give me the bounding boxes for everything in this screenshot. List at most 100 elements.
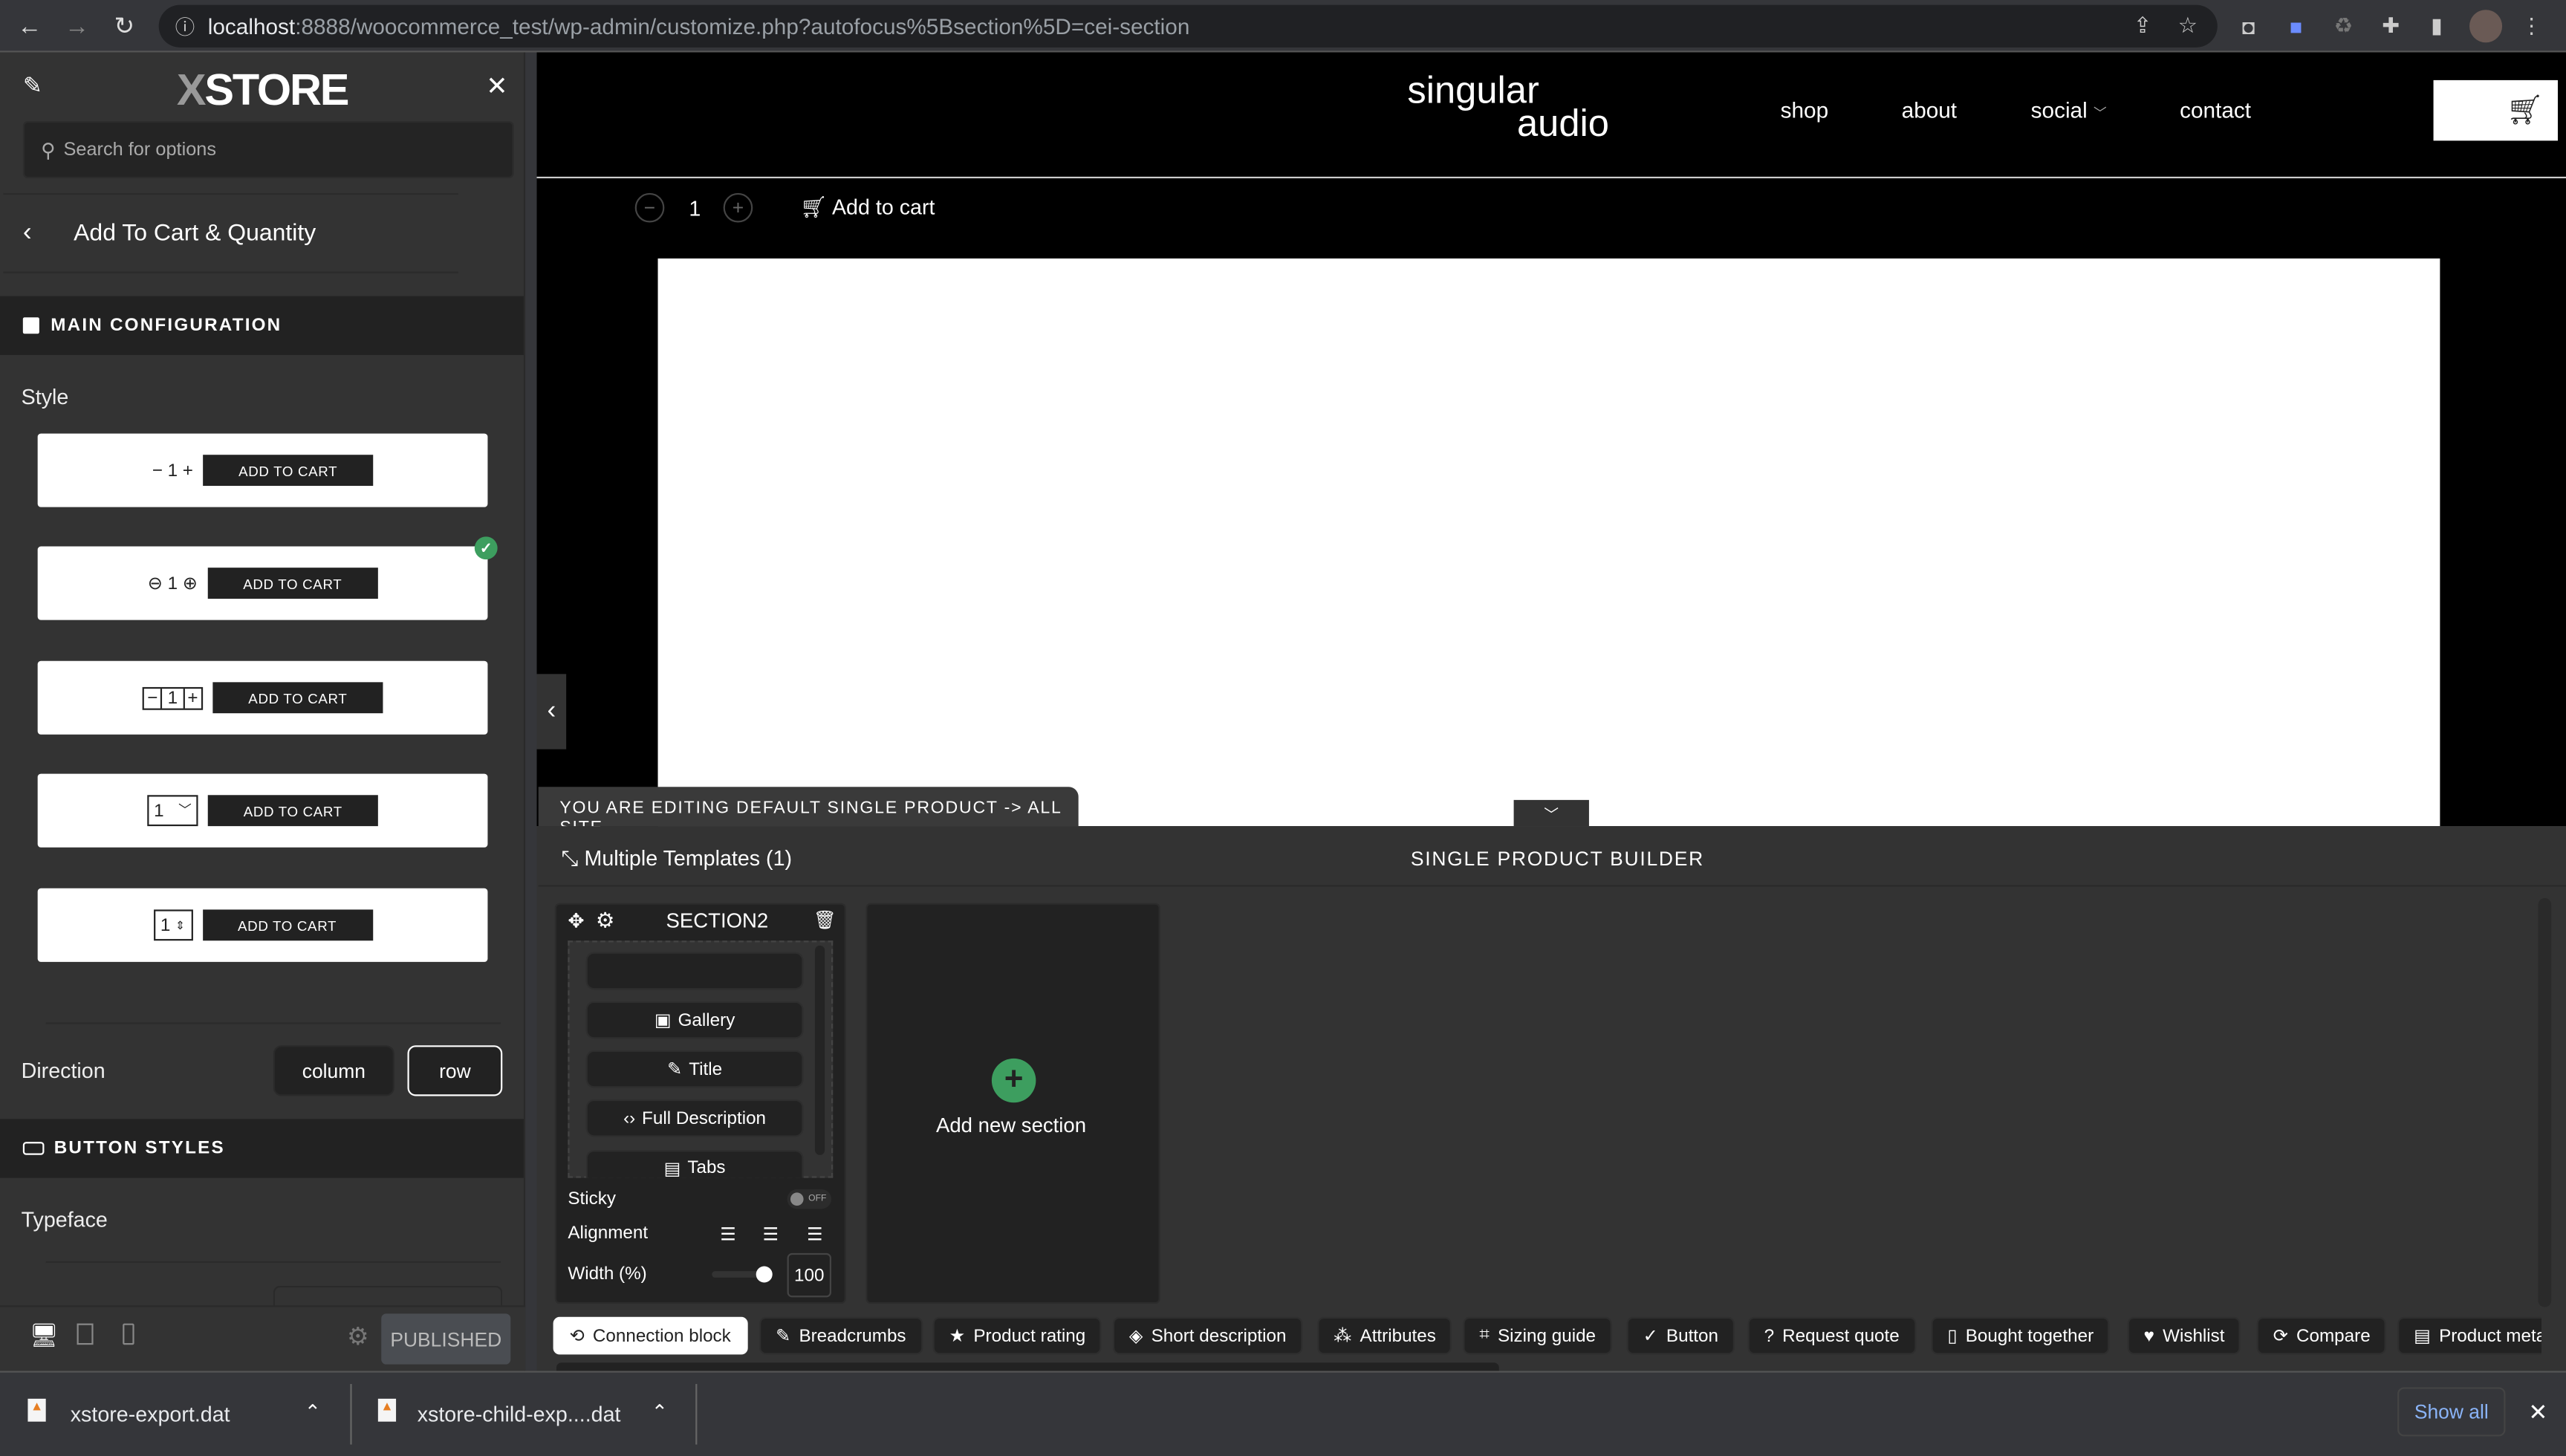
style-option-plain[interactable]: −1 + ADD TO CART [37, 433, 488, 507]
plus-icon[interactable]: + [991, 1058, 1036, 1103]
desktop-icon[interactable]: 🖥 [30, 1322, 59, 1349]
heart-icon: ♥ [2143, 1325, 2155, 1346]
address-bar[interactable]: ⓘ localhost:8888/woocommerce_test/wp-adm… [158, 4, 2218, 48]
site-logo[interactable]: singular audio [1407, 71, 1609, 142]
add-to-cart-sample: ADD TO CART [207, 795, 378, 827]
menu-about[interactable]: about [1902, 98, 1957, 123]
align-left-icon[interactable]: ☰ [720, 1223, 736, 1244]
menu-shop[interactable]: shop [1781, 98, 1829, 123]
qty-minus-button[interactable]: − [634, 192, 665, 223]
element-full-description[interactable]: ‹› Full Description [585, 1099, 804, 1137]
minus-icon: − [152, 460, 163, 481]
code-icon: ‹› [623, 1108, 636, 1128]
direction-row-button[interactable]: row [407, 1045, 503, 1096]
chip-product-meta[interactable]: ▤ Product meta [2397, 1316, 2541, 1355]
qty-plus-button[interactable]: + [723, 192, 753, 223]
button-styles-header[interactable]: BUTTON STYLES [0, 1119, 524, 1178]
sticky-toggle[interactable]: OFF [787, 1189, 832, 1209]
chip-button[interactable]: ✓ Button [1626, 1316, 1735, 1355]
trash-icon[interactable]: 🗑︎ [813, 909, 837, 931]
element-title[interactable]: ✎ Title [585, 1050, 804, 1088]
divider [538, 885, 2566, 887]
chip-breadcrumbs[interactable]: ✎ Breadcrumbs [759, 1316, 923, 1355]
multiple-templates-button[interactable]: ⤡ Multiple Templates (1) [562, 846, 792, 872]
back-chevron-icon[interactable]: ‹ [23, 219, 32, 249]
typeface-label: Typeface [21, 1207, 108, 1232]
chip-compare[interactable]: ⟳ Compare [2256, 1316, 2387, 1355]
show-all-button[interactable]: Show all [2397, 1387, 2506, 1437]
search-input[interactable]: ⚲ Search for options [22, 120, 514, 179]
toggle-knob [790, 1192, 804, 1206]
config-icon [22, 317, 39, 334]
move-icon[interactable]: ✥ [568, 909, 584, 932]
builder-scrollbar[interactable] [2538, 898, 2552, 1307]
info-icon[interactable]: ⓘ [175, 13, 195, 40]
star-icon[interactable]: ☆ [2178, 13, 2198, 39]
chip-connection-block[interactable]: ⟲ Connection block [553, 1316, 747, 1355]
gear-icon[interactable]: ⚙ [596, 908, 615, 934]
plus-icon: + [182, 688, 201, 708]
sidepanel-icon[interactable]: ▮ [2422, 11, 2452, 41]
download-item[interactable]: xstore-child-exp....dat [418, 1402, 621, 1426]
compare-icon: ⟳ [2273, 1326, 2288, 1347]
forward-icon[interactable]: → [61, 10, 94, 42]
element-empty[interactable] [585, 952, 804, 990]
element-gallery[interactable]: ▣ Gallery [585, 1001, 804, 1039]
collapse-sidebar-button[interactable]: ‹ [536, 674, 567, 750]
pin-icon[interactable]: ✎ [23, 72, 42, 100]
direction-column-button[interactable]: column [273, 1045, 394, 1096]
extension-icon[interactable]: ■ [2281, 11, 2311, 41]
dropzone-scrollbar[interactable] [814, 945, 825, 1155]
chips-scrollbar[interactable] [556, 1362, 1499, 1371]
cart-button[interactable]: 🛒︎ [2433, 79, 2558, 141]
puzzle-icon[interactable]: ✚ [2376, 11, 2406, 41]
chip-attributes[interactable]: ⁂ Attributes [1317, 1316, 1452, 1355]
align-center-icon[interactable]: ☰ [763, 1223, 779, 1244]
tabs-icon: ▤ [663, 1160, 681, 1180]
qty-value[interactable]: 1 [689, 196, 701, 221]
collapse-builder-button[interactable]: ﹀ [1513, 799, 1589, 827]
reload-icon[interactable]: ↻ [108, 10, 140, 42]
chevron-down-icon: ﹀ [2094, 106, 2107, 121]
menu-contact[interactable]: contact [2180, 98, 2251, 123]
edit-icon: ✎ [667, 1060, 683, 1080]
add-to-cart-button[interactable]: 🛒︎ Add to cart [800, 195, 935, 221]
close-icon[interactable]: ✕ [2528, 1399, 2547, 1426]
width-input[interactable]: 100 [787, 1252, 832, 1298]
share-icon[interactable]: ⇪ [2134, 13, 2152, 39]
chip-product-rating[interactable]: ★ Product rating [932, 1316, 1102, 1355]
style-option-spinner[interactable]: 1 ⇕ ADD TO CART [37, 888, 488, 962]
gear-icon[interactable]: ⚙ [347, 1322, 369, 1351]
chip-wishlist[interactable]: ♥ Wishlist [2127, 1316, 2241, 1355]
chip-request-quote[interactable]: ? Request quote [1747, 1316, 1916, 1355]
close-icon[interactable]: ✕ [486, 71, 508, 103]
element-tabs[interactable]: ▤ Tabs [585, 1150, 804, 1180]
chip-short-description[interactable]: ◈ Short description [1112, 1316, 1303, 1355]
chip-bought-together[interactable]: ▯ Bought together [1931, 1316, 2111, 1355]
style-option-boxed[interactable]: −1 + ADD TO CART [37, 660, 488, 735]
profile-avatar[interactable] [2469, 10, 2503, 43]
publish-button[interactable]: PUBLISHED [381, 1313, 511, 1365]
file-icon: ▲ [27, 1398, 46, 1422]
button-icon [22, 1142, 45, 1155]
chip-sizing-guide[interactable]: ⌗ Sizing guide [1463, 1316, 1613, 1355]
menu-icon[interactable]: ⋮ [2517, 11, 2547, 41]
style-option-circle[interactable]: ⊖ 1 ⊕ ADD TO CART [37, 546, 488, 620]
add-section-card[interactable] [865, 903, 1160, 1304]
extension-icon[interactable]: ♻ [2329, 11, 2359, 41]
direction-label: Direction [21, 1058, 105, 1083]
extension-icon[interactable]: ◘ [2234, 11, 2264, 41]
chevron-up-icon[interactable]: ⌃ [305, 1400, 321, 1423]
menu-social[interactable]: social ﹀ [2031, 98, 2107, 123]
align-right-icon[interactable]: ☰ [807, 1223, 823, 1244]
typeface-select[interactable] [273, 1285, 503, 1306]
chevron-up-icon[interactable]: ⌃ [652, 1400, 668, 1423]
mobile-icon[interactable] [123, 1323, 134, 1345]
width-slider-handle[interactable] [756, 1266, 773, 1283]
download-item[interactable]: xstore-export.dat [71, 1402, 230, 1426]
style-option-select[interactable]: 1 ﹀ ADD TO CART [37, 773, 488, 848]
tablet-icon[interactable] [77, 1323, 94, 1345]
back-icon[interactable]: ← [13, 10, 46, 42]
main-configuration-header[interactable]: MAIN CONFIGURATION [0, 296, 524, 355]
divider [3, 271, 458, 273]
